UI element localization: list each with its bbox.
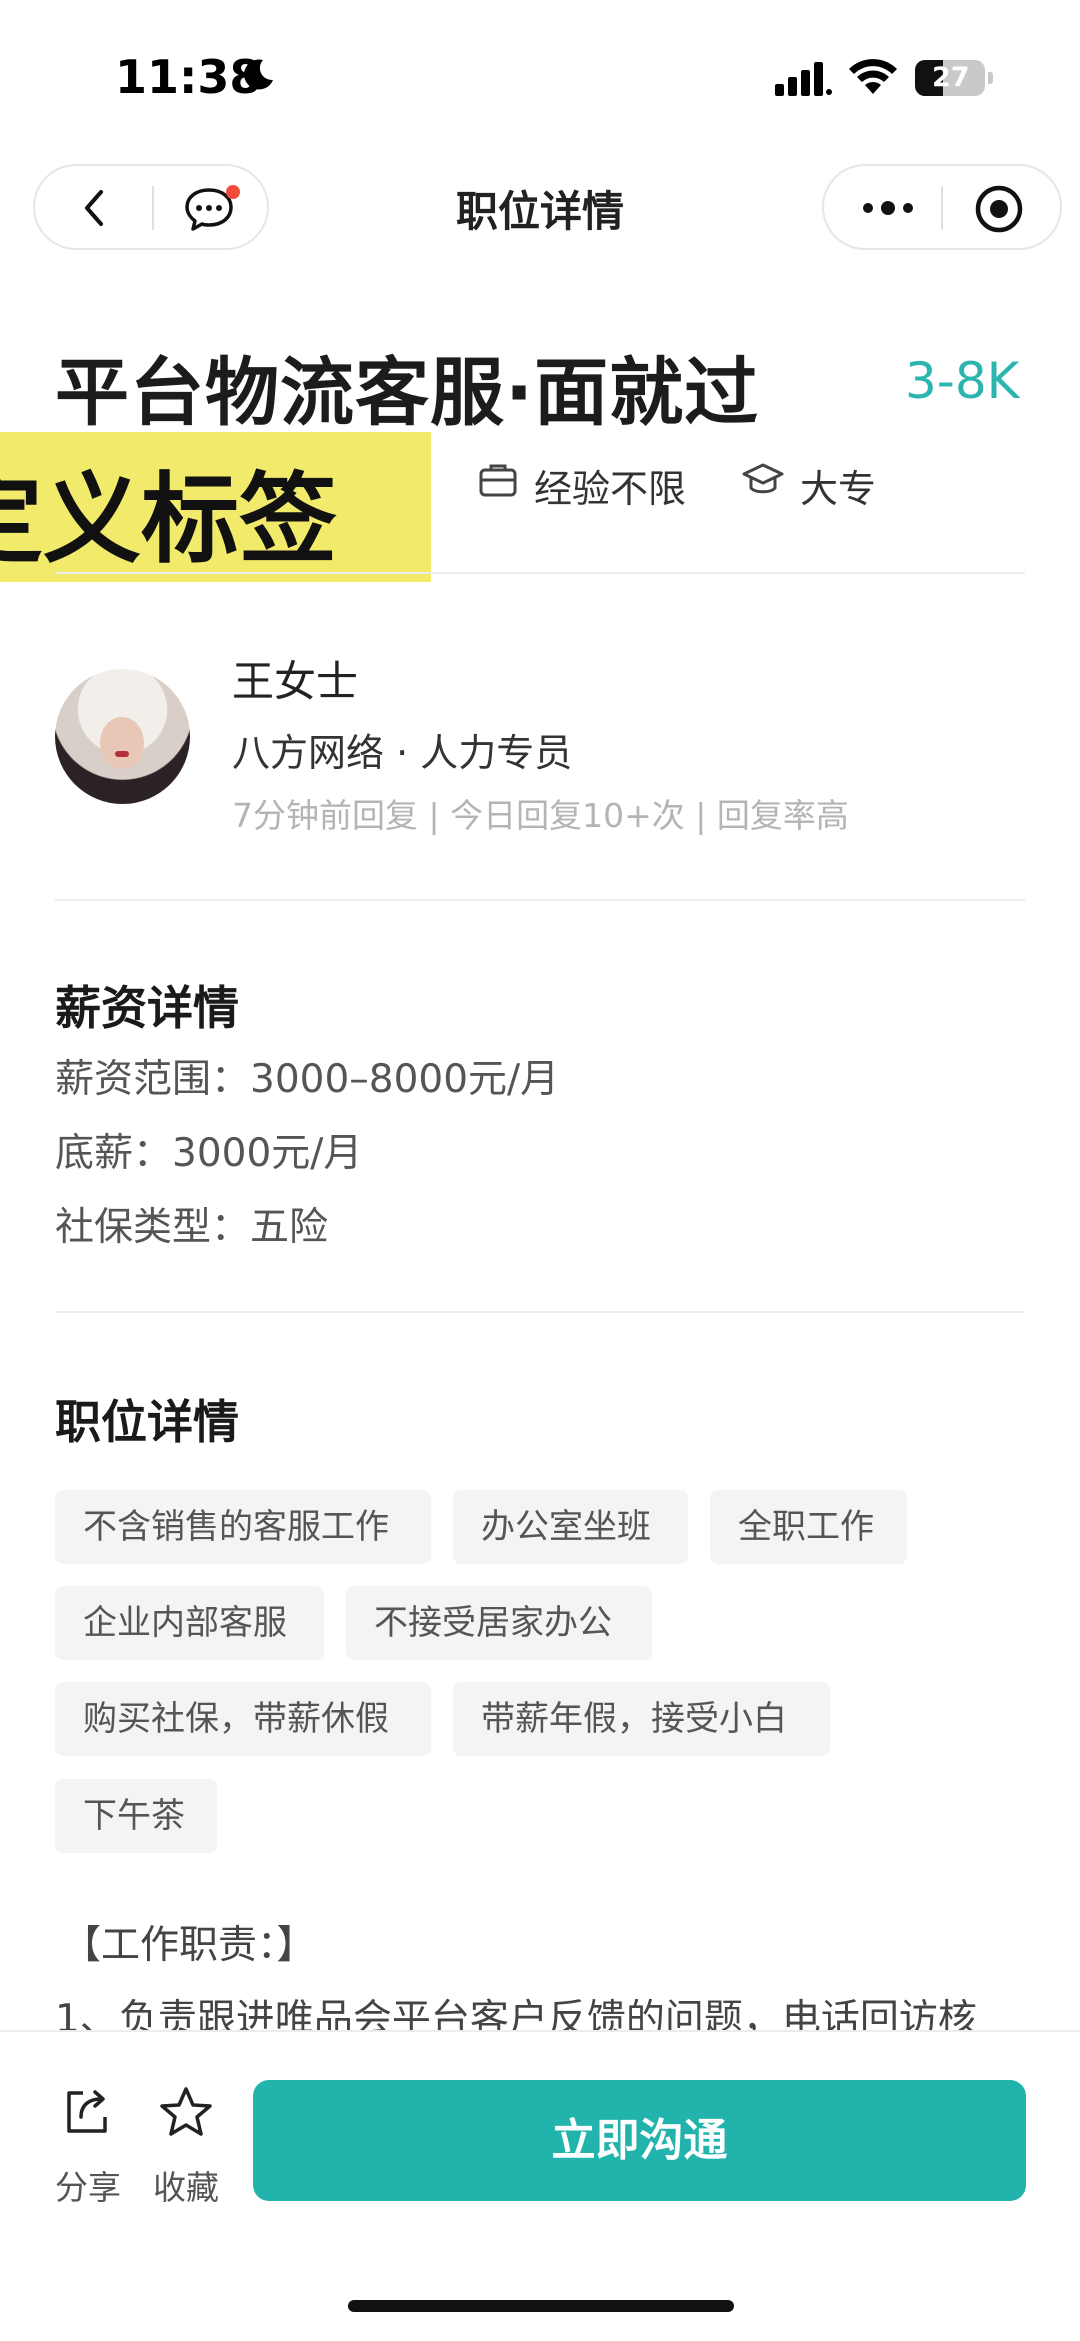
base-salary-detail: 底薪：3000元/月	[55, 1131, 363, 1176]
job-tag: 全职工作	[710, 1490, 907, 1564]
divider	[55, 1311, 1025, 1313]
job-tag: 带薪年假，接受小白	[453, 1682, 830, 1756]
job-title: 平台物流客服·面就过	[55, 350, 760, 436]
experience-requirement: 经验不限	[534, 467, 687, 511]
education-requirement: 大专	[800, 467, 877, 511]
recruiter-avatar[interactable]	[55, 669, 190, 804]
cellular-signal-icon	[775, 62, 832, 96]
recruiter-name: 王女士	[232, 657, 359, 706]
nav-capsule-right	[822, 164, 1062, 250]
favorite-label: 收藏	[153, 2168, 219, 2207]
recruiter-reply-stats: 7分钟前回复 | 今日回复10+次 | 回复率高	[232, 796, 849, 835]
insurance-type-detail: 社保类型：五险	[55, 1205, 329, 1250]
share-icon	[67, 2090, 107, 2133]
job-tag: 不接受居家办公	[346, 1586, 652, 1660]
salary-range: 3-8K	[905, 352, 1020, 410]
responsibility-heading: 【工作职责：】	[62, 1923, 316, 1968]
close-miniprogram-icon[interactable]	[974, 184, 1024, 234]
status-time: 11:38	[115, 50, 262, 104]
divider	[55, 572, 1025, 574]
salary-details-heading: 薪资详情	[55, 981, 239, 1035]
moon-icon	[244, 59, 273, 90]
position-details-heading: 职位详情	[55, 1395, 239, 1449]
salary-range-detail: 薪资范围：3000–8000元/月	[55, 1057, 560, 1102]
job-tag: 办公室坐班	[453, 1490, 688, 1564]
battery-cap	[988, 72, 993, 84]
recruiter-company-role: 八方网络 · 人力专员	[232, 731, 573, 775]
star-icon	[160, 2087, 212, 2136]
wifi-icon	[849, 59, 897, 94]
graduation-cap-icon	[742, 463, 784, 494]
briefcase-icon	[479, 464, 517, 497]
battery-percent: 27	[932, 62, 970, 93]
chat-now-button[interactable]: 立即沟通	[253, 2080, 1026, 2201]
job-tag: 企业内部客服	[55, 1586, 324, 1660]
custom-tag-text: 定义标签	[0, 463, 338, 577]
divider	[55, 899, 1025, 901]
job-tag: 购买社保，带薪休假	[55, 1682, 431, 1756]
job-tag: 下午茶	[55, 1779, 217, 1853]
job-tag: 不含销售的客服工作	[55, 1490, 431, 1564]
more-icon[interactable]	[860, 196, 916, 220]
home-indicator[interactable]	[348, 2300, 734, 2312]
share-button[interactable]: 分享	[55, 2085, 121, 2207]
share-label: 分享	[55, 2168, 121, 2207]
favorite-button[interactable]: 收藏	[153, 2085, 219, 2207]
